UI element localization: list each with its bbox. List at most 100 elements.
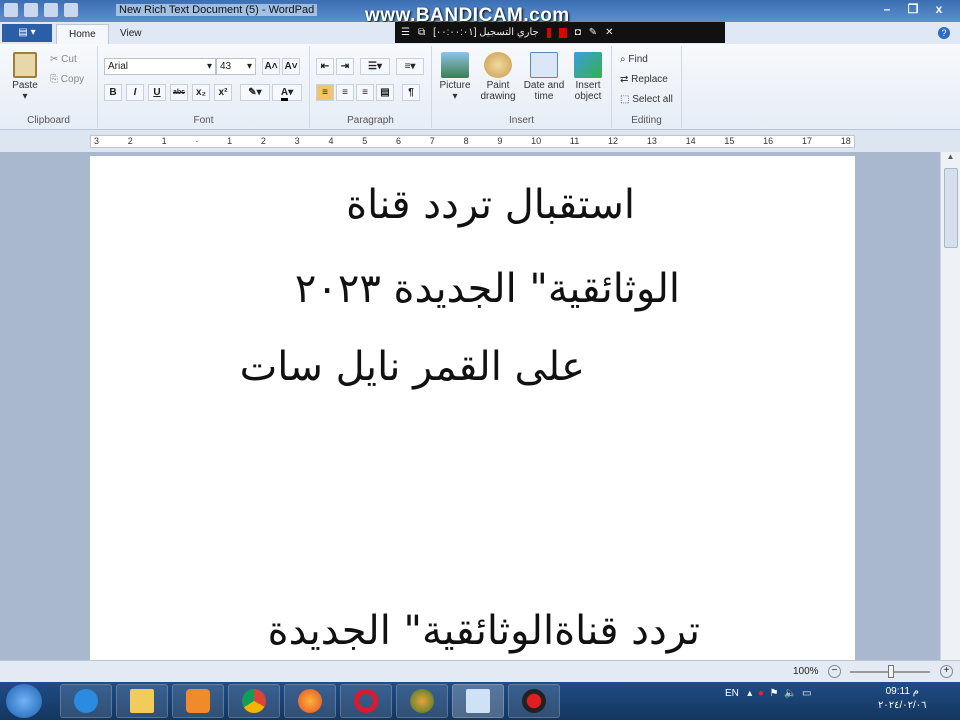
paint-drawing-button[interactable]: Paint drawing — [476, 52, 520, 102]
grow-font-button[interactable]: A˄ — [262, 58, 280, 75]
align-right-button[interactable]: ≡ — [356, 84, 374, 101]
save-icon[interactable] — [24, 3, 38, 17]
undo-icon[interactable] — [44, 3, 58, 17]
document-line: تردد قناةالوثائقية" الجديدة — [267, 608, 700, 654]
close-button[interactable]: x — [926, 0, 952, 18]
paragraph-settings-button[interactable]: ¶ — [402, 84, 420, 101]
select-all-icon: ⬚ — [620, 94, 630, 105]
taskbar-chrome[interactable] — [228, 684, 280, 718]
copy-button[interactable]: ⎘ Copy — [50, 74, 84, 85]
taskbar-explorer[interactable] — [116, 684, 168, 718]
ruler-tick-label: · — [195, 136, 199, 146]
tab-home[interactable]: Home — [56, 24, 109, 44]
minimize-button[interactable]: – — [874, 0, 900, 18]
record-tray-icon[interactable]: ● — [758, 688, 764, 699]
strikethrough-button[interactable]: abc — [170, 84, 188, 101]
font-family-select[interactable]: Arial ▾ — [104, 58, 216, 75]
highlighter-icon: ✎ — [248, 87, 257, 98]
zoom-in-button[interactable]: + — [940, 665, 953, 678]
ribbon: Paste ▾ ✂ Cut ⎘ Copy Clipboard Arial ▾ 43 ▾… — [0, 44, 960, 130]
taskbar-firefox[interactable] — [284, 684, 336, 718]
pencil-icon[interactable]: ✎ — [589, 27, 597, 38]
volume-icon[interactable]: 🔈 — [784, 688, 796, 699]
scroll-thumb[interactable] — [944, 168, 958, 248]
ruler-tick-label: 17 — [801, 136, 812, 146]
redo-icon[interactable] — [64, 3, 78, 17]
find-button[interactable]: ⌕ Find — [620, 54, 648, 65]
object-icon — [574, 52, 602, 78]
bullets-button[interactable]: ☰▾ — [360, 58, 390, 75]
flag-icon[interactable]: ⚑ — [769, 688, 778, 699]
menu-icon[interactable]: ☰ — [401, 27, 410, 38]
clipboard-icon — [13, 52, 37, 78]
font-size-select[interactable]: 43 ▾ — [216, 58, 256, 75]
taskbar-app[interactable] — [396, 684, 448, 718]
align-center-button[interactable]: ≡ — [336, 84, 354, 101]
increase-indent-button[interactable]: ⇥ — [336, 58, 354, 75]
start-button[interactable] — [6, 684, 42, 718]
zoom-out-button[interactable]: − — [828, 665, 841, 678]
maximize-button[interactable]: ❐ — [900, 0, 926, 18]
cut-button[interactable]: ✂ Cut — [50, 54, 77, 65]
decrease-indent-button[interactable]: ⇤ — [316, 58, 334, 75]
show-hidden-icons[interactable]: ▴ — [747, 688, 752, 699]
align-left-button[interactable]: ≡ — [316, 84, 334, 101]
clipboard-group: Paste ▾ ✂ Cut ⎘ Copy Clipboard — [0, 46, 98, 128]
bandicam-icon — [522, 689, 546, 713]
date-time-button[interactable]: Date and time — [522, 52, 566, 102]
close-overlay-icon[interactable]: ✕ — [605, 27, 613, 38]
ruler-tick-label: 12 — [608, 136, 619, 146]
camera-icon[interactable]: ◘ — [575, 27, 581, 38]
app-icon — [410, 689, 434, 713]
ruler-tick-label: 2 — [127, 136, 133, 146]
font-color-button[interactable]: A▾ — [272, 84, 302, 101]
bold-button[interactable]: B — [104, 84, 122, 101]
select-all-button[interactable]: ⬚ Select all — [620, 94, 673, 105]
taskbar-media-player[interactable] — [172, 684, 224, 718]
ruler-tick-label: 1 — [227, 136, 233, 146]
ruler[interactable]: 3 2 1 · 1 2 3 4 5 6 7 8 9 10 11 12 13 14 15 16 17 18 — [0, 130, 960, 152]
subscript-button[interactable]: x₂ — [192, 84, 210, 101]
highlight-button[interactable]: ✎▾ — [240, 84, 270, 101]
ruler-tick-label: 4 — [328, 136, 334, 146]
taskbar-opera[interactable] — [340, 684, 392, 718]
internet-explorer-icon — [74, 689, 98, 713]
document-page[interactable]: استقبال تردد قناة الوثائقية" الجديدة ٢٠٢… — [90, 156, 855, 660]
app-icon — [4, 3, 18, 17]
ruler-tick-label: 3 — [294, 136, 300, 146]
line-spacing-button[interactable]: ≡▾ — [396, 58, 424, 75]
italic-button[interactable]: I — [126, 84, 144, 101]
zoom-slider-thumb[interactable] — [888, 665, 894, 678]
ruler-tick-label: 8 — [463, 136, 469, 146]
tab-view[interactable]: View — [108, 24, 154, 44]
underline-button[interactable]: U — [148, 84, 166, 101]
network-icon[interactable]: ▭ — [802, 688, 811, 699]
replace-button[interactable]: ⇄ Replace — [620, 74, 668, 85]
pause-icon[interactable] — [546, 27, 551, 38]
window-icon[interactable]: ⧉ — [418, 27, 425, 38]
ruler-tick-label: 14 — [685, 136, 696, 146]
media-player-icon — [186, 689, 210, 713]
justify-button[interactable]: ▤ — [376, 84, 394, 101]
clock[interactable]: 09:11 م ٢٠٢٤/٠٢/٠٦ — [878, 685, 927, 713]
taskbar-wordpad[interactable] — [452, 684, 504, 718]
paste-button[interactable]: Paste ▾ — [8, 52, 42, 102]
system-tray: EN ▴ ● ⚑ 🔈 ▭ — [725, 688, 811, 699]
ruler-tick-label: 5 — [362, 136, 368, 146]
shrink-font-button[interactable]: A˅ — [282, 58, 300, 75]
stop-icon[interactable] — [558, 27, 567, 38]
file-menu-button[interactable]: ▤ ▾ — [2, 24, 52, 42]
taskbar-bandicam[interactable] — [508, 684, 560, 718]
insert-picture-button[interactable]: Picture ▾ — [436, 52, 474, 102]
taskbar-ie[interactable] — [60, 684, 112, 718]
taskbar: EN ▴ ● ⚑ 🔈 ▭ 09:11 م ٢٠٢٤/٠٢/٠٦ — [0, 682, 960, 720]
language-indicator[interactable]: EN — [725, 688, 739, 699]
ruler-tick-label: 16 — [763, 136, 774, 146]
calendar-icon — [530, 52, 558, 78]
chrome-icon — [242, 689, 266, 713]
vertical-scrollbar[interactable]: ▲ — [940, 152, 960, 660]
help-icon[interactable]: ? — [938, 27, 950, 39]
superscript-button[interactable]: x² — [214, 84, 232, 101]
scroll-up-icon[interactable]: ▲ — [941, 152, 960, 166]
insert-object-button[interactable]: Insert object — [568, 52, 608, 102]
